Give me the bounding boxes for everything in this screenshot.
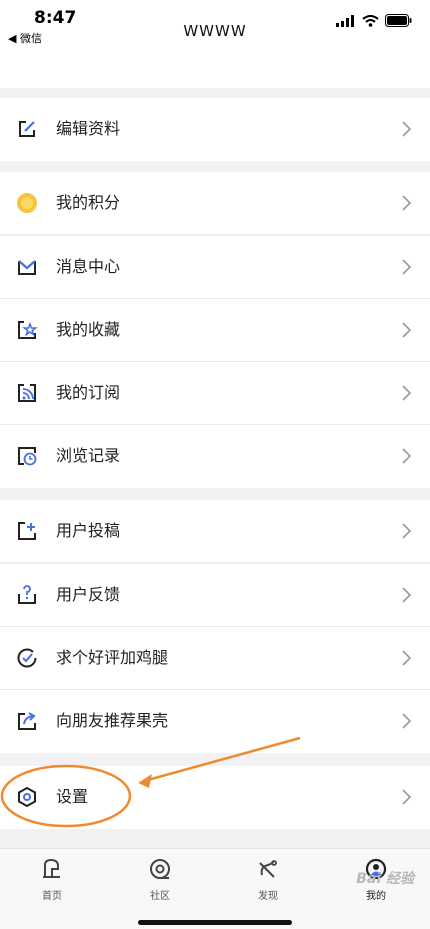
- battery-icon: [385, 14, 412, 27]
- tab-discover[interactable]: 发现: [233, 857, 303, 902]
- row-label: 向朋友推荐果壳: [56, 711, 169, 730]
- wifi-icon: [362, 14, 379, 27]
- chevron-right-icon: [402, 650, 412, 666]
- row-label: 消息中心: [56, 257, 121, 276]
- rate-check-icon: [17, 648, 37, 668]
- settings-gear-icon: [18, 786, 36, 808]
- feedback-question-icon: [18, 585, 36, 604]
- tab-community[interactable]: 社区: [125, 857, 195, 902]
- row-label: 我的订阅: [56, 383, 121, 402]
- submit-plus-icon: [18, 522, 36, 540]
- favorites-star-icon: [18, 321, 38, 339]
- row-user-feedback[interactable]: 用户反馈: [0, 564, 430, 627]
- chevron-right-icon: [402, 713, 412, 729]
- tab-label: 首页: [42, 891, 62, 902]
- row-my-subscriptions[interactable]: 我的订阅: [0, 362, 430, 425]
- row-label: 设置: [56, 787, 89, 806]
- row-my-points[interactable]: 我的积分: [0, 172, 430, 235]
- discover-tab-icon: [259, 860, 277, 878]
- home-tab-icon: [43, 858, 60, 878]
- divider: [0, 562, 430, 563]
- tab-label: 我的: [366, 891, 386, 902]
- edit-icon: [19, 121, 35, 137]
- chevron-right-icon: [402, 195, 412, 211]
- chevron-right-icon: [402, 587, 412, 603]
- share-icon: [18, 712, 36, 730]
- row-recommend-to-friends[interactable]: 向朋友推荐果壳: [0, 690, 430, 753]
- row-settings[interactable]: 设置: [0, 766, 430, 829]
- chevron-right-icon: [402, 385, 412, 401]
- chevron-right-icon: [402, 523, 412, 539]
- system-icons: [336, 14, 412, 27]
- row-label: 用户反馈: [56, 585, 121, 604]
- row-edit-profile[interactable]: 编辑资料: [0, 98, 430, 161]
- divider: [0, 234, 430, 235]
- row-label: 用户投稿: [56, 521, 121, 540]
- chevron-right-icon: [402, 322, 412, 338]
- row-my-favorites[interactable]: 我的收藏: [0, 299, 430, 362]
- row-label: 我的收藏: [56, 320, 121, 339]
- row-message-center[interactable]: 消息中心: [0, 236, 430, 299]
- chevron-right-icon: [402, 789, 412, 805]
- chevron-right-icon: [402, 259, 412, 275]
- subscription-rss-icon: [18, 384, 36, 402]
- row-rate-app[interactable]: 求个好评加鸡腿: [0, 627, 430, 690]
- chevron-right-icon: [402, 448, 412, 464]
- row-browsing-history[interactable]: 浏览记录: [0, 425, 430, 488]
- home-indicator: [138, 920, 292, 925]
- history-clock-icon: [18, 447, 37, 466]
- row-label: 求个好评加鸡腿: [56, 648, 169, 667]
- row-label: 编辑资料: [56, 119, 121, 138]
- tab-bar: 首页 社区 发现 我的: [0, 848, 430, 929]
- tab-label: 发现: [258, 891, 278, 902]
- row-label: 我的积分: [56, 193, 121, 212]
- message-icon: [18, 260, 36, 275]
- signal-icon: [336, 14, 354, 27]
- chevron-right-icon: [402, 121, 412, 137]
- points-coin-icon: [17, 193, 37, 213]
- watermark: Bai 经验: [356, 871, 414, 887]
- row-label: 浏览记录: [56, 446, 121, 465]
- status-bar: 8:47 ◀ 微信 WWWW: [0, 0, 430, 88]
- community-tab-icon: [150, 859, 170, 879]
- tab-label: 社区: [150, 891, 170, 902]
- row-user-submission[interactable]: 用户投稿: [0, 500, 430, 563]
- tab-home[interactable]: 首页: [17, 857, 87, 902]
